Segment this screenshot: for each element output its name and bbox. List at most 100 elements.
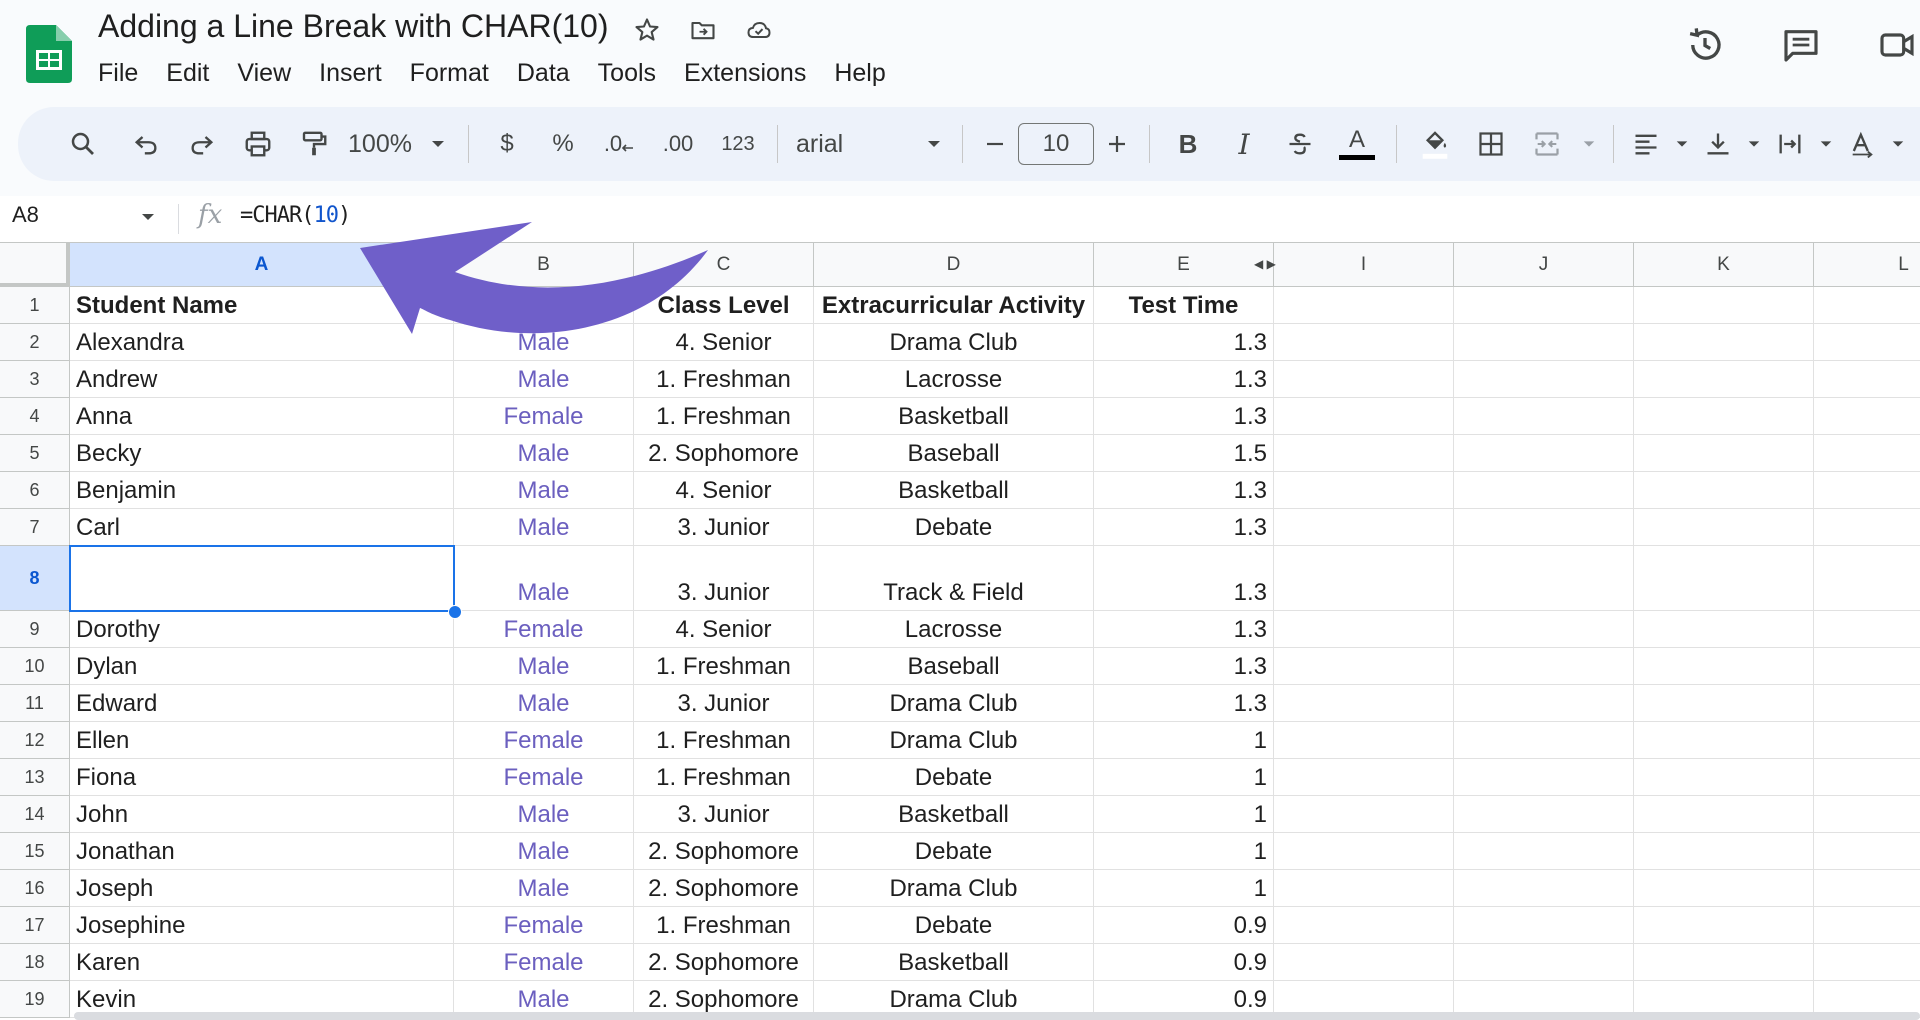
table-cell[interactable]: 1 — [1094, 759, 1274, 796]
wrap-dropdown-icon[interactable] — [1812, 119, 1840, 169]
table-cell[interactable] — [1274, 509, 1454, 546]
table-cell[interactable] — [1634, 435, 1814, 472]
table-cell[interactable] — [1274, 685, 1454, 722]
table-cell[interactable] — [1454, 833, 1634, 870]
table-cell[interactable]: 3. Junior — [634, 546, 814, 611]
table-cell[interactable]: 1.3 — [1094, 546, 1274, 611]
row-header-19[interactable]: 19 — [0, 981, 70, 1018]
table-cell[interactable]: Lacrosse — [814, 611, 1094, 648]
table-cell[interactable] — [1814, 398, 1920, 435]
table-cell[interactable] — [1274, 759, 1454, 796]
table-cell[interactable]: Basketball — [814, 472, 1094, 509]
table-cell[interactable]: 1.3 — [1094, 648, 1274, 685]
table-cell[interactable]: Andrew — [70, 361, 454, 398]
table-cell[interactable]: Baseball — [814, 648, 1094, 685]
column-header-j[interactable]: J — [1454, 243, 1634, 287]
table-cell[interactable] — [1634, 361, 1814, 398]
table-cell[interactable]: Benjamin — [70, 472, 454, 509]
row-header-4[interactable]: 4 — [0, 398, 70, 435]
table-cell[interactable] — [1634, 648, 1814, 685]
table-cell[interactable] — [70, 546, 454, 611]
row-header-13[interactable]: 13 — [0, 759, 70, 796]
font-size-input[interactable]: 10 — [1018, 123, 1094, 165]
font-size-decrease-icon[interactable] — [973, 119, 1017, 169]
row-header-8[interactable]: 8 — [0, 546, 70, 611]
header-cell[interactable]: Class Level — [634, 287, 814, 324]
table-cell[interactable] — [1274, 870, 1454, 907]
table-cell[interactable] — [1634, 546, 1814, 611]
menu-file[interactable]: File — [98, 56, 152, 90]
table-cell[interactable]: Debate — [814, 833, 1094, 870]
table-cell[interactable]: Male — [454, 648, 634, 685]
column-header-b[interactable]: B — [454, 243, 634, 287]
table-cell[interactable] — [1274, 944, 1454, 981]
fill-color-icon[interactable] — [1407, 119, 1463, 169]
table-cell[interactable]: 1. Freshman — [634, 648, 814, 685]
table-cell[interactable]: Male — [454, 435, 634, 472]
table-cell[interactable]: Female — [454, 907, 634, 944]
table-cell[interactable] — [1814, 324, 1920, 361]
table-cell[interactable]: Becky — [70, 435, 454, 472]
table-cell[interactable]: 2. Sophomore — [634, 944, 814, 981]
formula-input[interactable]: =CHAR(10) — [240, 203, 351, 228]
column-header-a[interactable]: A — [70, 243, 454, 287]
star-icon[interactable] — [630, 12, 664, 48]
currency-format-button[interactable]: $ — [479, 119, 535, 169]
table-cell[interactable] — [1814, 796, 1920, 833]
name-box-dropdown-icon[interactable] — [140, 212, 156, 222]
table-cell[interactable] — [1454, 435, 1634, 472]
zoom-dropdown-icon[interactable] — [418, 119, 458, 169]
horizontal-scrollbar[interactable] — [74, 1012, 1920, 1020]
table-cell[interactable]: Drama Club — [814, 324, 1094, 361]
table-cell[interactable] — [1814, 435, 1920, 472]
table-cell[interactable] — [1274, 472, 1454, 509]
table-cell[interactable]: 4. Senior — [634, 472, 814, 509]
menu-insert[interactable]: Insert — [305, 56, 396, 90]
undo-icon[interactable] — [118, 119, 174, 169]
table-cell[interactable]: 1.3 — [1094, 611, 1274, 648]
percent-format-button[interactable]: % — [535, 119, 591, 169]
font-dropdown-icon[interactable] — [916, 119, 952, 169]
table-cell[interactable] — [1454, 759, 1634, 796]
row-header-2[interactable]: 2 — [0, 324, 70, 361]
table-cell[interactable]: Josephine — [70, 907, 454, 944]
table-cell[interactable] — [1634, 472, 1814, 509]
table-cell[interactable]: 3. Junior — [634, 685, 814, 722]
table-cell[interactable]: 1. Freshman — [634, 907, 814, 944]
table-cell[interactable] — [1454, 611, 1634, 648]
column-header-c[interactable]: C — [634, 243, 814, 287]
table-cell[interactable]: Alexandra — [70, 324, 454, 361]
merge-dropdown-icon[interactable] — [1575, 119, 1603, 169]
table-cell[interactable] — [1634, 870, 1814, 907]
table-cell[interactable]: John — [70, 796, 454, 833]
row-header-11[interactable]: 11 — [0, 685, 70, 722]
table-cell[interactable]: Debate — [814, 759, 1094, 796]
table-cell[interactable] — [1634, 509, 1814, 546]
version-history-icon[interactable] — [1682, 22, 1728, 68]
table-cell[interactable]: Debate — [814, 907, 1094, 944]
zoom-select[interactable]: 100% — [342, 119, 418, 169]
font-size-increase-icon[interactable] — [1095, 119, 1139, 169]
table-cell[interactable] — [1274, 546, 1454, 611]
table-cell[interactable] — [1274, 722, 1454, 759]
table-cell[interactable] — [1454, 398, 1634, 435]
select-all-corner[interactable] — [0, 243, 70, 287]
row-header-12[interactable]: 12 — [0, 722, 70, 759]
row-header-14[interactable]: 14 — [0, 796, 70, 833]
merge-cells-icon[interactable] — [1519, 119, 1575, 169]
table-cell[interactable] — [1814, 759, 1920, 796]
row-header-10[interactable]: 10 — [0, 648, 70, 685]
font-select[interactable]: arial — [788, 119, 916, 169]
table-cell[interactable]: Male — [454, 509, 634, 546]
table-cell[interactable] — [1634, 944, 1814, 981]
table-cell[interactable] — [1814, 685, 1920, 722]
more-formats-button[interactable]: 123 — [709, 119, 767, 169]
horizontal-align-icon[interactable] — [1624, 119, 1668, 169]
table-cell[interactable] — [1454, 870, 1634, 907]
table-cell[interactable]: Female — [454, 944, 634, 981]
table-cell[interactable]: 1.3 — [1094, 398, 1274, 435]
table-cell[interactable] — [1814, 611, 1920, 648]
header-cell[interactable]: Test Time — [1094, 287, 1274, 324]
table-cell[interactable]: 2. Sophomore — [634, 870, 814, 907]
table-cell[interactable] — [1274, 287, 1454, 324]
